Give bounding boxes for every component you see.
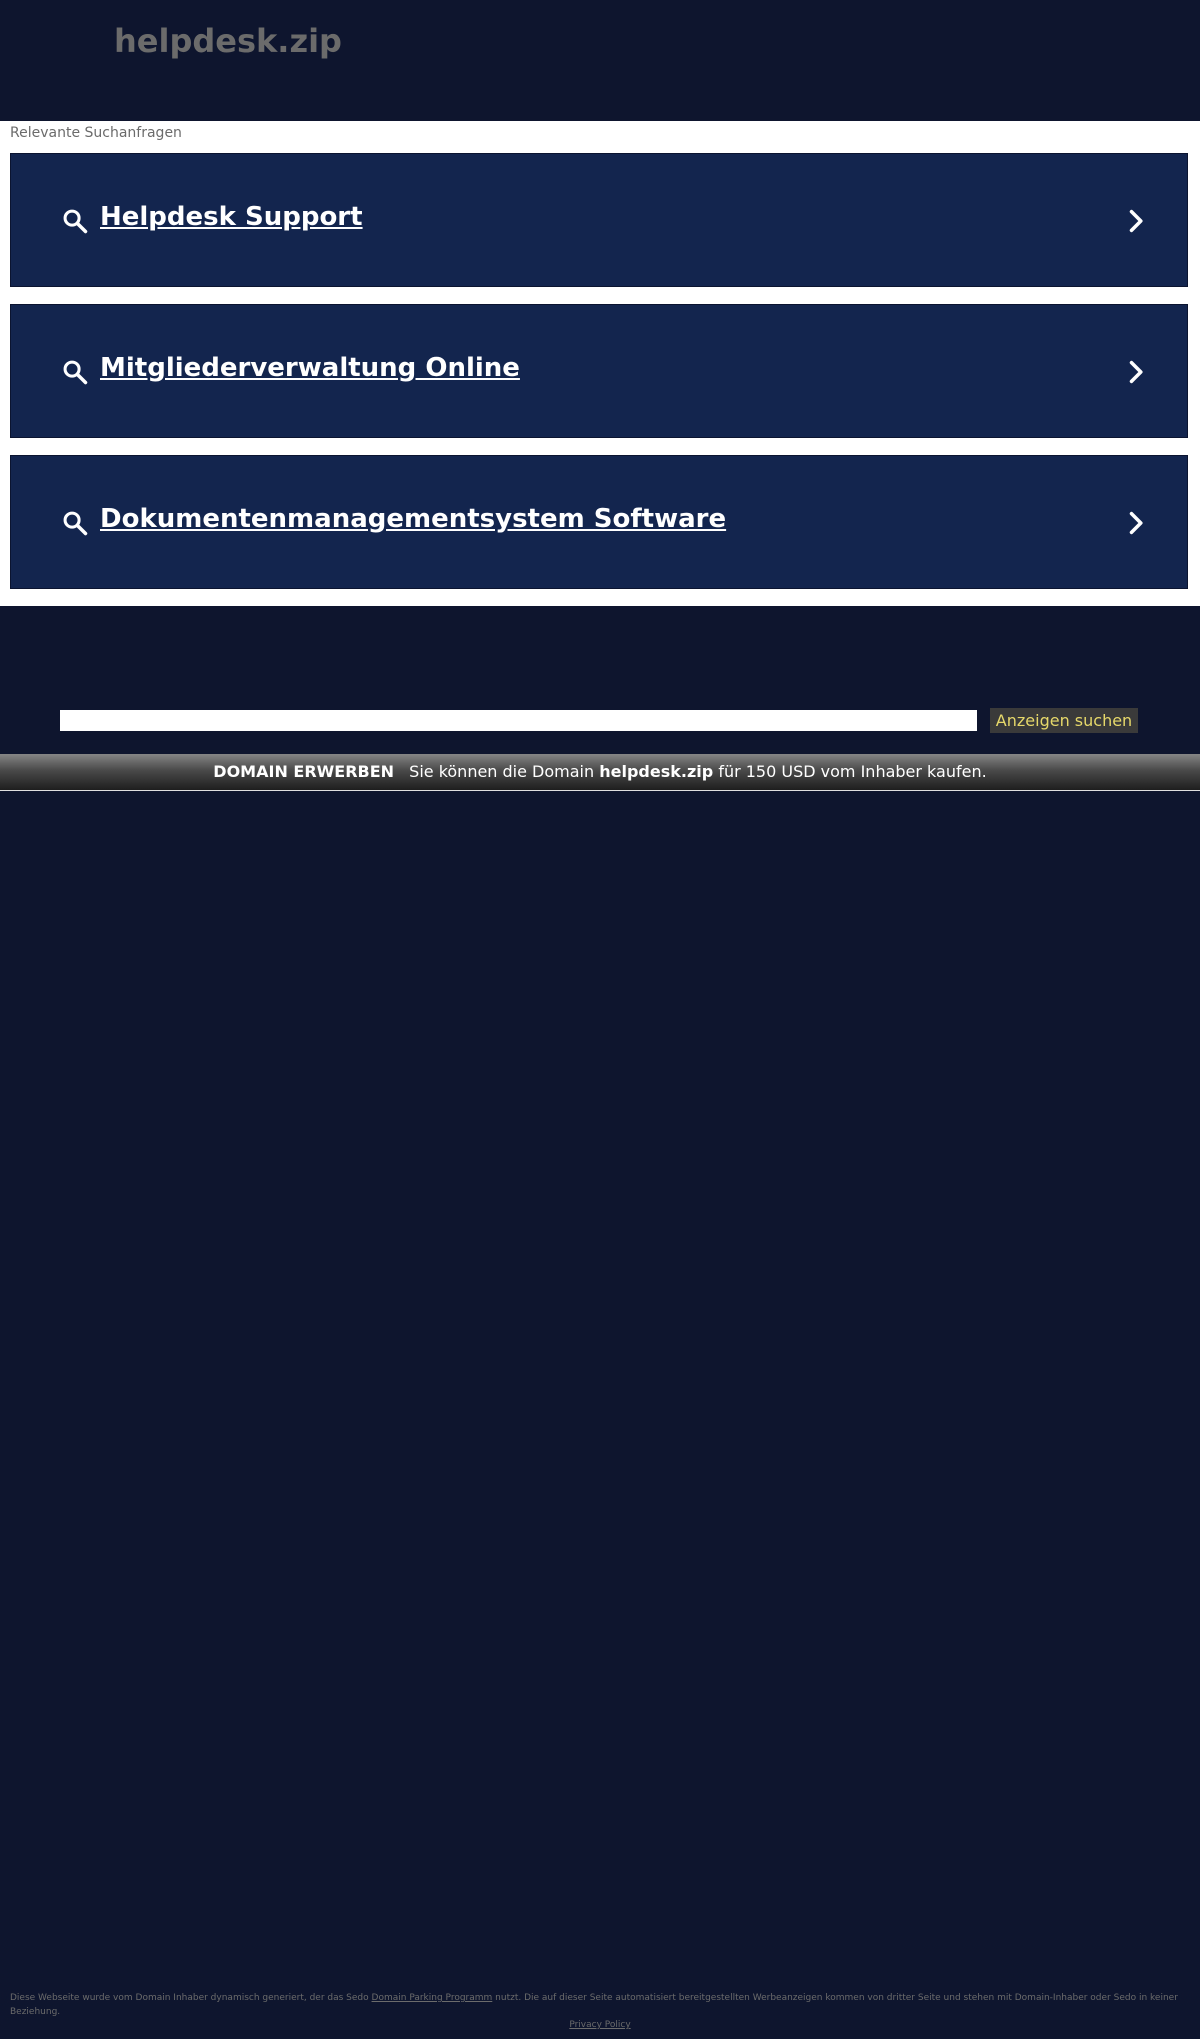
related-searches-label: Relevante Suchanfragen [10,125,182,141]
chevron-right-icon [1129,511,1143,535]
buy-domain-banner[interactable]: DOMAIN ERWERBEN Sie können die Domain he… [0,754,1200,791]
privacy-policy-link[interactable]: Privacy Policy [569,2020,630,2030]
disclaimer-text: Diese Webseite wurde vom Domain Inhaber … [10,1993,369,2003]
search-icon [63,511,88,536]
related-searches: Relevante Suchanfragen Helpdesk Support … [0,121,1200,606]
buy-domain-price: für 150 USD vom Inhaber kaufen. [718,762,987,781]
buy-domain-name: helpdesk.zip [599,762,714,781]
search-result-link[interactable]: Mitgliederverwaltung Online [10,304,1188,438]
site-logo[interactable]: helpdesk.zip [114,22,342,60]
buy-domain-label: DOMAIN ERWERBEN [213,762,395,781]
chevron-right-icon [1129,209,1143,233]
privacy-footer: Privacy Policy [0,2020,1200,2030]
buy-domain-text: Sie können die Domain [409,762,595,781]
search-result-link[interactable]: Helpdesk Support [10,153,1188,287]
search-input[interactable] [60,710,977,731]
search-result-label[interactable]: Mitgliederverwaltung Online [100,353,520,383]
search-icon [63,209,88,234]
search-result-label[interactable]: Helpdesk Support [100,202,363,232]
search-result-label[interactable]: Dokumentenmanagementsystem Software [100,504,726,534]
footer-disclaimer: Diese Webseite wurde vom Domain Inhaber … [10,1991,1192,2019]
search-ads-button[interactable]: Anzeigen suchen [990,708,1138,733]
header: helpdesk.zip [0,0,1200,121]
search-result-link[interactable]: Dokumentenmanagementsystem Software [10,455,1188,589]
ad-search-form: Anzeigen suchen [0,606,1200,754]
chevron-right-icon [1129,360,1143,384]
search-icon [63,360,88,385]
domain-parking-link[interactable]: Domain Parking Programm [372,1993,493,2003]
